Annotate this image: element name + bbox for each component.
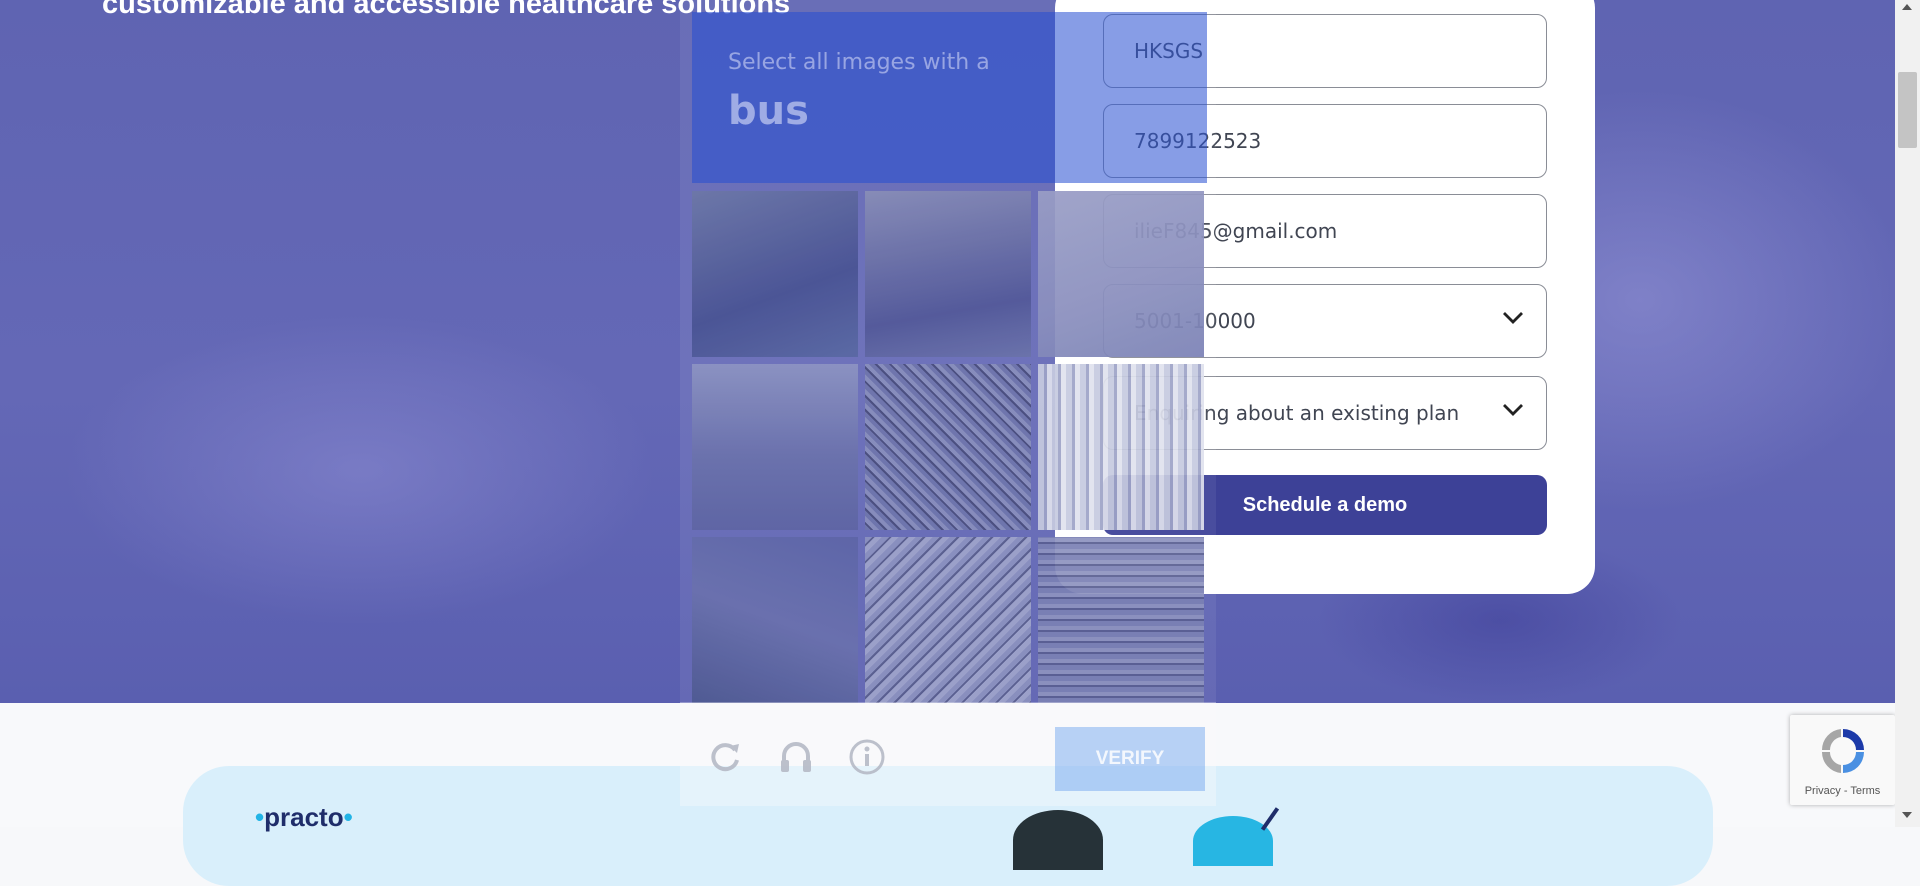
captcha-tile[interactable] <box>692 537 858 703</box>
scroll-up-arrow-icon[interactable] <box>1902 4 1912 10</box>
captcha-target-word: bus <box>728 88 809 134</box>
scroll-thumb[interactable] <box>1898 72 1917 148</box>
captcha-instruction: Select all images with a <box>728 50 990 75</box>
recaptcha-links: Privacy - Terms <box>1790 785 1895 797</box>
captcha-tile[interactable] <box>692 364 858 530</box>
captcha-tile[interactable] <box>692 191 858 357</box>
reload-icon[interactable] <box>706 738 744 776</box>
chevron-down-icon <box>1503 312 1523 324</box>
practo-logo: •practo• <box>255 802 353 832</box>
captcha-footer: VERIFY <box>680 702 1216 806</box>
chevron-down-icon <box>1503 404 1523 416</box>
page-scrollbar[interactable] <box>1895 0 1920 827</box>
person-illustration <box>1013 810 1103 870</box>
recaptcha-logo-icon <box>1821 729 1864 773</box>
recaptcha-terms-link[interactable]: Terms <box>1850 785 1880 797</box>
scroll-down-arrow-icon[interactable] <box>1902 812 1912 818</box>
recaptcha-separator: - <box>1840 785 1851 797</box>
captcha-tile[interactable] <box>865 537 1031 703</box>
verify-button[interactable]: VERIFY <box>1055 727 1205 791</box>
audio-icon[interactable] <box>777 738 815 776</box>
captcha-tile[interactable] <box>1038 364 1204 530</box>
recaptcha-badge[interactable]: Privacy - Terms <box>1790 715 1895 805</box>
captcha-tile[interactable] <box>865 364 1031 530</box>
recaptcha-privacy-link[interactable]: Privacy <box>1805 785 1841 797</box>
pen-illustration <box>1260 807 1280 831</box>
practo-logo-text: practo <box>264 802 344 832</box>
captcha-challenge: Select all images with a bus VERIFY <box>680 0 1216 806</box>
info-icon[interactable] <box>848 738 886 776</box>
cap-illustration <box>1193 816 1273 866</box>
captcha-tile[interactable] <box>1038 537 1204 703</box>
captcha-header: Select all images with a bus <box>692 12 1207 183</box>
captcha-tile[interactable] <box>1038 191 1204 357</box>
captcha-tile[interactable] <box>865 191 1031 357</box>
